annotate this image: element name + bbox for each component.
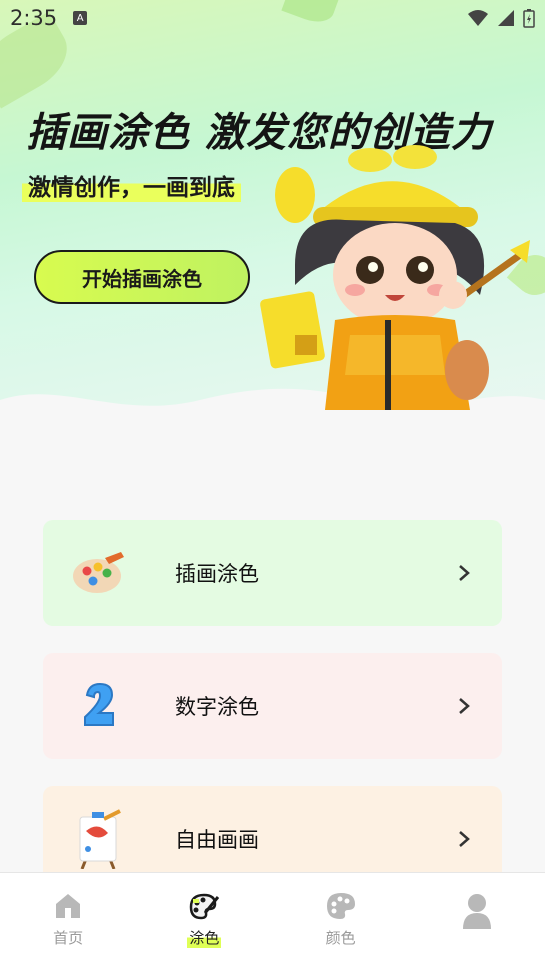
- bottom-tab-bar: 首页 涂色 颜色: [0, 872, 545, 971]
- notification-icon: A: [73, 11, 88, 25]
- tab-label: 颜色: [325, 929, 356, 947]
- easel-icon: [71, 809, 127, 869]
- tab-label: 首页: [53, 929, 84, 947]
- start-coloring-button[interactable]: 开始插画涂色: [34, 250, 250, 304]
- tab-colors[interactable]: 颜色: [273, 873, 409, 971]
- palette-icon: [326, 893, 355, 919]
- hero-subtitle: 激情创作，一画到底: [22, 168, 241, 202]
- profile-icon: [462, 894, 491, 929]
- card-label: 自由画画: [175, 828, 259, 852]
- tab-home[interactable]: 首页: [0, 873, 136, 971]
- tab-coloring[interactable]: 涂色: [136, 873, 272, 971]
- chevron-right-icon: [459, 565, 470, 581]
- tab-profile[interactable]: [409, 873, 545, 971]
- status-bar: 2:35 A: [0, 0, 545, 36]
- signal-icon: [498, 10, 514, 26]
- battery-icon: [523, 9, 535, 28]
- tab-label: 涂色: [187, 927, 222, 948]
- palette-brush-icon: [190, 893, 220, 920]
- card-illustration-coloring[interactable]: 插画涂色: [43, 520, 502, 626]
- card-label: 数字涂色: [175, 695, 259, 719]
- wifi-icon: [468, 10, 488, 26]
- chevron-right-icon: [459, 698, 470, 714]
- character-illustration: [260, 145, 530, 410]
- number-two-icon: [71, 678, 127, 734]
- card-number-coloring[interactable]: 数字涂色: [43, 653, 502, 759]
- card-label: 插画涂色: [175, 562, 259, 586]
- home-icon: [56, 894, 81, 918]
- chevron-right-icon: [459, 831, 470, 847]
- palette-icon: [71, 545, 127, 601]
- status-time: 2:35: [10, 6, 58, 30]
